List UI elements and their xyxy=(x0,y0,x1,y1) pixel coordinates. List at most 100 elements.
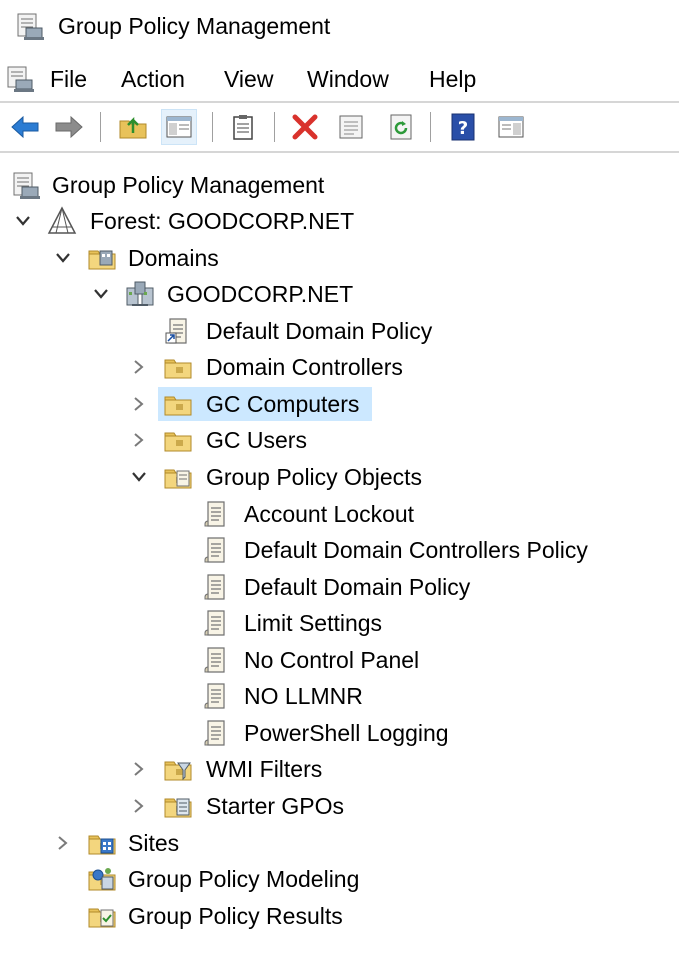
tree-item-gc-computers[interactable]: GC Computers xyxy=(0,387,679,421)
menu-action[interactable]: Action xyxy=(121,64,185,94)
tree-item-gpo[interactable]: Limit Settings xyxy=(0,606,679,640)
tree-label: NO LLMNR xyxy=(244,683,363,709)
gpo-icon xyxy=(200,571,232,603)
chevron-down-icon[interactable] xyxy=(128,460,150,494)
tree-item-results[interactable]: Group Policy Results xyxy=(0,899,679,933)
tree-item-forest[interactable]: Forest: GOODCORP.NET xyxy=(0,204,679,238)
help-button[interactable]: ? xyxy=(446,110,480,144)
delete-icon xyxy=(292,114,318,140)
back-icon xyxy=(11,115,39,139)
console-menu-icon[interactable] xyxy=(4,64,36,94)
tree-label: GC Users xyxy=(206,427,307,453)
tree-item-gc-users[interactable]: GC Users xyxy=(0,423,679,457)
gpo-container-icon xyxy=(162,461,194,493)
action-pane-icon xyxy=(498,116,524,138)
window-title: Group Policy Management xyxy=(58,13,331,39)
ou-folder-icon xyxy=(162,424,194,456)
back-button[interactable] xyxy=(8,110,42,144)
properties-button[interactable] xyxy=(226,110,260,144)
show-hide-console-tree-button[interactable] xyxy=(161,109,197,145)
tree-item-gpo[interactable]: Default Domain Controllers Policy xyxy=(0,533,679,567)
tree-label: Group Policy Results xyxy=(128,903,343,929)
tree-item-root[interactable]: Group Policy Management xyxy=(0,168,679,202)
tree-label: Starter GPOs xyxy=(206,793,345,819)
tree-item-starter-gpos[interactable]: Starter GPOs xyxy=(0,789,679,823)
domain-icon xyxy=(124,278,156,310)
gpo-icon xyxy=(200,498,232,530)
toolbar: ? xyxy=(0,104,679,150)
tree-label: Group Policy Objects xyxy=(206,464,423,490)
delete-button[interactable] xyxy=(288,110,322,144)
forward-button[interactable] xyxy=(52,110,86,144)
tree-item-gpo[interactable]: Default Domain Policy xyxy=(0,570,679,604)
chevron-right-icon[interactable] xyxy=(128,423,150,457)
starter-gpo-folder-icon xyxy=(162,790,194,822)
title-bar: Group Policy Management xyxy=(0,0,679,52)
gpo-icon xyxy=(200,607,232,639)
menu-help[interactable]: Help xyxy=(429,64,476,94)
results-icon xyxy=(86,900,118,932)
toolbar-separator xyxy=(274,112,275,142)
up-one-level-button[interactable] xyxy=(116,110,150,144)
export-list-button[interactable] xyxy=(334,110,368,144)
tree-item-gpo-link[interactable]: Default Domain Policy xyxy=(0,314,679,348)
tree-label: Sites xyxy=(128,830,180,856)
tree-label: Default Domain Controllers Policy xyxy=(244,537,588,563)
chevron-right-icon[interactable] xyxy=(128,789,150,823)
menu-bar: File Action View Window Help xyxy=(0,56,679,100)
tree-item-gpo[interactable]: Account Lockout xyxy=(0,497,679,531)
menu-separator xyxy=(0,101,679,103)
chevron-right-icon[interactable] xyxy=(128,350,150,384)
menu-window[interactable]: Window xyxy=(307,64,389,94)
menu-file[interactable]: File xyxy=(50,64,87,94)
show-hide-action-pane-button[interactable] xyxy=(494,110,528,144)
tree-item-wmi-filters[interactable]: WMI Filters xyxy=(0,752,679,786)
menu-view[interactable]: View xyxy=(224,64,273,94)
gpmc-icon xyxy=(10,169,42,201)
tree-item-modeling[interactable]: Group Policy Modeling xyxy=(0,862,679,896)
gpo-link-icon xyxy=(162,315,194,347)
tree-item-gpo-container[interactable]: Group Policy Objects xyxy=(0,460,679,494)
export-list-icon xyxy=(339,115,363,139)
tree-item-domain[interactable]: GOODCORP.NET xyxy=(0,277,679,311)
chevron-right-icon[interactable] xyxy=(52,826,74,860)
help-icon: ? xyxy=(451,113,475,141)
refresh-button[interactable] xyxy=(384,110,418,144)
tree-label: Default Domain Policy xyxy=(244,574,471,600)
forest-icon xyxy=(46,205,78,237)
tree-item-sites[interactable]: Sites xyxy=(0,826,679,860)
chevron-down-icon[interactable] xyxy=(12,204,34,238)
tree-item-gpo[interactable]: No Control Panel xyxy=(0,643,679,677)
refresh-icon xyxy=(390,114,412,140)
gpo-icon xyxy=(200,644,232,676)
ou-folder-icon xyxy=(162,351,194,383)
chevron-right-icon[interactable] xyxy=(128,752,150,786)
tree-label: Account Lockout xyxy=(244,501,415,527)
tree-label: Group Policy Management xyxy=(52,172,325,198)
tree-item-gpo[interactable]: PowerShell Logging xyxy=(0,716,679,750)
gpo-icon xyxy=(200,680,232,712)
console-tree: Group Policy Management Forest: GOODCORP… xyxy=(0,160,679,967)
tree-label: No Control Panel xyxy=(244,647,420,673)
tree-label: WMI Filters xyxy=(206,756,323,782)
svg-text:?: ? xyxy=(458,118,468,139)
up-folder-icon xyxy=(119,116,147,139)
toolbar-separator xyxy=(212,112,213,142)
chevron-down-icon[interactable] xyxy=(90,277,112,311)
chevron-down-icon[interactable] xyxy=(52,241,74,275)
toolbar-separator-line xyxy=(0,151,679,153)
tree-item-gpo[interactable]: NO LLMNR xyxy=(0,679,679,713)
chevron-right-icon[interactable] xyxy=(128,387,150,421)
gpmc-app-icon xyxy=(14,10,46,42)
tree-item-domain-controllers[interactable]: Domain Controllers xyxy=(0,350,679,384)
tree-label: Domain Controllers xyxy=(206,354,403,380)
show-hide-tree-icon xyxy=(166,116,192,138)
gpo-icon xyxy=(200,534,232,566)
tree-item-domains[interactable]: Domains xyxy=(0,241,679,275)
wmi-filter-folder-icon xyxy=(162,753,194,785)
domains-folder-icon xyxy=(86,242,118,274)
tree-label: Default Domain Policy xyxy=(206,318,433,344)
forward-icon xyxy=(55,115,83,139)
tree-label: PowerShell Logging xyxy=(244,720,449,746)
modeling-icon xyxy=(86,863,118,895)
